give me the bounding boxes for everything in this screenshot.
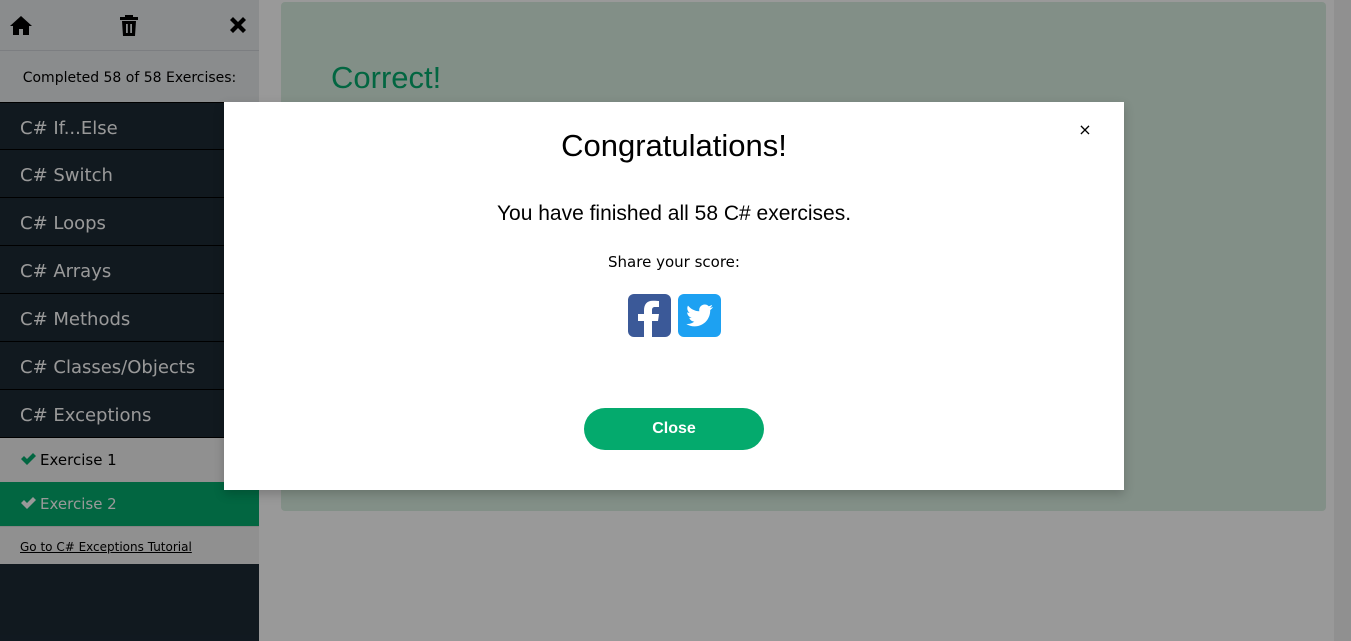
- modal-title: Congratulations!: [561, 128, 787, 163]
- congratulations-modal: × Congratulations! You have finished all…: [224, 102, 1124, 490]
- close-button[interactable]: Close: [584, 408, 764, 450]
- twitter-icon[interactable]: [678, 294, 721, 337]
- share-label: Share your score:: [608, 253, 740, 271]
- modal-message: You have finished all 58 C# exercises.: [496, 202, 852, 225]
- share-icons: [628, 294, 722, 338]
- facebook-icon[interactable]: [628, 294, 671, 337]
